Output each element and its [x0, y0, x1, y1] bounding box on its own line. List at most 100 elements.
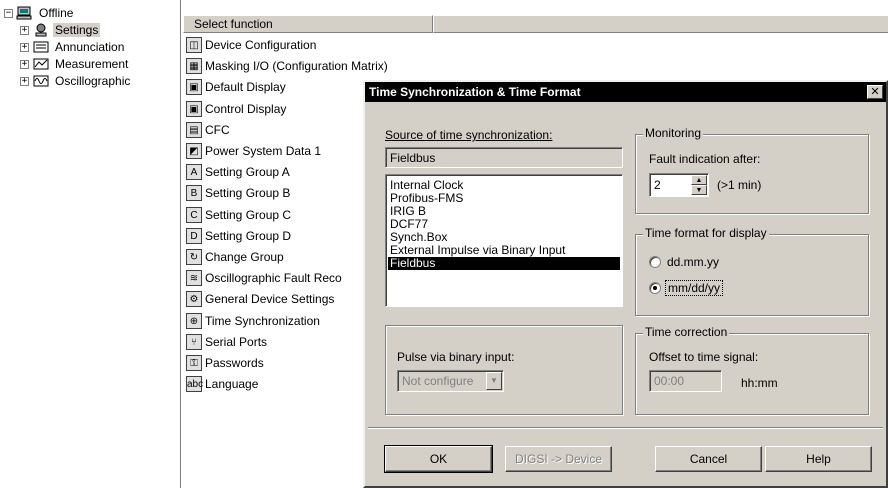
computer-icon — [16, 6, 32, 20]
offset-unit: hh:mm — [741, 376, 778, 390]
matrix-icon: ▦ — [186, 58, 202, 75]
radio-mm-dd-yy[interactable] — [649, 282, 661, 294]
settings-icon — [35, 23, 47, 37]
expand-icon[interactable]: + — [20, 25, 29, 35]
function-item[interactable]: ⚿ Passwords — [186, 353, 264, 373]
chevron-down-icon: ▼ — [486, 372, 502, 390]
offset-label: Offset to time signal: — [649, 350, 759, 364]
setting-group-a-icon: A — [186, 164, 202, 181]
time-format-group — [635, 234, 869, 316]
function-item[interactable]: C Setting Group C — [186, 205, 291, 225]
tree-root-label: Offline — [39, 6, 74, 20]
function-item-label: Language — [205, 377, 259, 392]
tree-item-label: Oscillographic — [55, 74, 131, 88]
function-item-label: Control Display — [205, 101, 287, 116]
function-item[interactable]: D Setting Group D — [186, 226, 291, 246]
function-item[interactable]: B Setting Group B — [186, 183, 290, 203]
function-item[interactable]: ⚙ General Device Settings — [186, 289, 334, 309]
cfc-icon: ▤ — [186, 121, 202, 138]
measurement-icon — [33, 58, 49, 70]
radio-dd-mm-yy[interactable] — [649, 256, 661, 268]
tree-item-oscillographic[interactable]: + Oscillographic — [20, 72, 132, 90]
function-item[interactable]: ↻ Change Group — [186, 247, 284, 267]
fault-label: Fault indication after: — [649, 152, 761, 166]
divider — [368, 427, 883, 429]
function-item[interactable]: ◩ Power System Data 1 — [186, 141, 321, 161]
function-item-label: Default Display — [205, 80, 286, 95]
function-item-label: CFC — [205, 122, 230, 137]
tree-item-settings[interactable]: + Settings — [20, 21, 101, 39]
offset-value: 00:00 — [654, 374, 685, 388]
function-item-label: Setting Group A — [205, 165, 290, 180]
time-sync-dialog: Time Synchronization & Time Format ✕ Sou… — [363, 80, 888, 488]
help-button[interactable]: Help — [765, 446, 872, 472]
tree-root[interactable]: − Offline — [4, 4, 75, 22]
digsi-to-device-button[interactable]: DIGSI -> Device — [505, 446, 612, 472]
fault-unit: (>1 min) — [717, 178, 762, 192]
pulse-select-value: Not configure — [402, 374, 474, 388]
dialog-titlebar[interactable]: Time Synchronization & Time Format ✕ — [365, 82, 886, 102]
close-icon: ✕ — [870, 86, 880, 98]
function-list-header-filler — [433, 15, 888, 33]
source-option[interactable]: Fieldbus — [388, 257, 620, 270]
function-item[interactable]: ▣ Default Display — [186, 77, 286, 97]
cancel-button[interactable]: Cancel — [655, 446, 762, 472]
annunciation-icon — [33, 41, 49, 53]
oscillographic-icon — [33, 75, 49, 87]
function-item[interactable]: ⊕ Time Synchronization — [186, 311, 320, 331]
function-item[interactable]: ▤ CFC — [186, 120, 230, 140]
tree-item-measurement[interactable]: + Measurement — [20, 55, 130, 73]
function-item[interactable]: A Setting Group A — [186, 162, 290, 182]
time-format-title: Time format for display — [643, 226, 769, 240]
key-icon: ⚿ — [186, 355, 202, 371]
tree-item-label: Measurement — [55, 57, 129, 71]
oscillographic-icon: ≋ — [186, 270, 202, 287]
pulse-label: Pulse via binary input: — [397, 350, 515, 364]
function-item[interactable]: abc Language — [186, 374, 258, 394]
default-display-icon: ▣ — [186, 79, 202, 96]
time-correction-title: Time correction — [643, 325, 730, 339]
offset-field: 00:00 — [649, 370, 722, 392]
fault-spinner[interactable]: 2 ▲ ▼ — [649, 173, 709, 197]
spin-up-icon[interactable]: ▲ — [691, 175, 707, 185]
function-item-label: General Device Settings — [205, 292, 335, 307]
expand-icon[interactable]: + — [20, 59, 29, 69]
pulse-select: Not configure ▼ — [397, 370, 504, 392]
source-listbox[interactable]: Internal Clock Profibus-FMS IRIG B DCF77 Syn… — [385, 174, 623, 307]
radio-dd-mm-yy-label[interactable]: dd.mm.yy — [667, 255, 719, 269]
expand-icon[interactable]: + — [20, 42, 29, 52]
expand-icon[interactable]: + — [20, 76, 29, 86]
function-item-label: Setting Group D — [205, 228, 292, 243]
setting-group-d-icon: D — [186, 227, 202, 244]
source-label: Source of time synchronization: — [385, 128, 552, 142]
function-item-label: Setting Group C — [205, 207, 292, 222]
tree-item-label: Settings — [53, 23, 101, 37]
function-item-label: Oscillographic Fault Reco — [205, 271, 342, 286]
radio-mm-dd-yy-label[interactable]: mm/dd/yy — [665, 280, 724, 296]
function-item[interactable]: ◫ Device Configuration — [186, 35, 316, 55]
function-item[interactable]: ≋ Oscillographic Fault Reco — [186, 268, 342, 288]
function-item-label: Power System Data 1 — [205, 144, 322, 158]
general-settings-icon: ⚙ — [186, 291, 202, 308]
language-icon: abc — [186, 376, 203, 393]
setting-group-b-icon: B — [186, 185, 202, 202]
source-label-text: Source of time synchronization: — [385, 128, 553, 142]
spin-down-icon[interactable]: ▼ — [691, 185, 707, 195]
setting-group-c-icon: C — [186, 206, 202, 223]
tree-pane: − Offline + Settings + Annunciation + Me… — [0, 0, 181, 488]
collapse-icon[interactable]: − — [4, 8, 13, 18]
tree-item-annunciation[interactable]: + Annunciation — [20, 38, 126, 56]
close-button[interactable]: ✕ — [867, 85, 883, 99]
change-group-icon: ↻ — [186, 249, 202, 265]
tree-item-label: Annunciation — [55, 40, 125, 54]
ok-button[interactable]: OK — [384, 445, 493, 473]
device-config-icon: ◫ — [186, 37, 202, 53]
dialog-title: Time Synchronization & Time Format — [369, 85, 581, 99]
function-list-header[interactable]: Select function — [183, 15, 433, 33]
function-item[interactable]: ▦ Masking I/O (Configuration Matrix) — [186, 56, 388, 76]
function-item[interactable]: ⑂ Serial Ports — [186, 332, 267, 352]
power-system-icon: ◩ — [186, 143, 202, 159]
function-item[interactable]: ▣ Control Display — [186, 99, 286, 119]
function-item-label: Setting Group B — [205, 186, 291, 201]
function-item-label: Device Configuration — [205, 38, 317, 52]
